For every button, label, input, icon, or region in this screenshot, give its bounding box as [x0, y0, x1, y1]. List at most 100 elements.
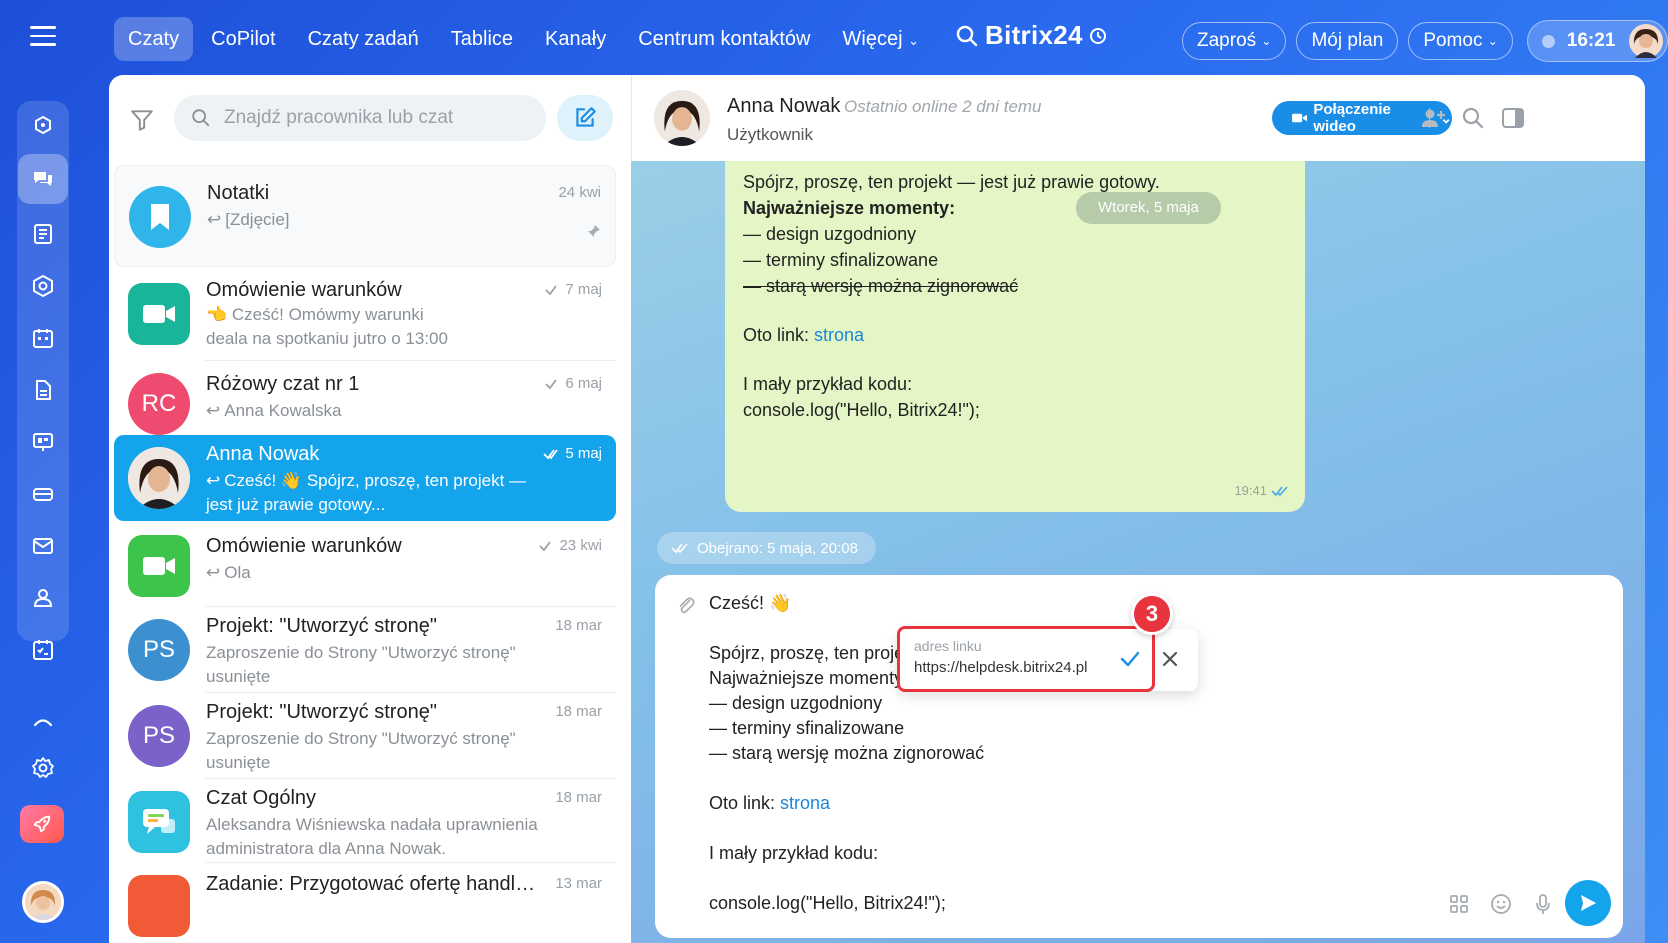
draft-link-line: Oto link: strona	[709, 793, 831, 813]
close-icon[interactable]	[1160, 649, 1180, 669]
link-highlight-frame	[897, 626, 1155, 692]
chat-item[interactable]: Omówienie warunków 7 maj 👈 Cześć! Omówmy…	[114, 267, 616, 361]
sidebar-item-chats[interactable]	[18, 154, 68, 204]
my-plan-button[interactable]: Mój plan	[1296, 22, 1399, 60]
chat-item-notes[interactable]: Notatki 24 kwi ↩ [Zdjęcie]	[114, 165, 616, 267]
filter-icon[interactable]	[129, 107, 155, 133]
avatar	[128, 535, 190, 597]
tab-copilot[interactable]: CoPilot	[197, 17, 289, 61]
double-check-icon	[1271, 486, 1288, 497]
chat-preview: Zaproszenie do Strony "Utworzyć stronę" u…	[206, 729, 516, 772]
reply-icon: ↩	[206, 471, 221, 490]
tab-more[interactable]: Więcej ⌄	[829, 17, 933, 61]
chat-avatar[interactable]	[654, 90, 710, 146]
user-avatar[interactable]	[1629, 24, 1664, 58]
new-chat-button[interactable]	[557, 95, 613, 141]
chat-name[interactable]: Anna Nowak	[727, 95, 840, 118]
sidebar-toggle-icon[interactable]	[1500, 105, 1526, 131]
drive-icon	[33, 488, 53, 501]
sidebar-item-boards[interactable]	[25, 424, 61, 460]
chat-item[interactable]: PS Projekt: "Utworzyć stronę" 18 mar Zap…	[114, 607, 616, 693]
chat-date: 18 mar	[555, 789, 602, 806]
top-right-controls: Zaproś ⌄ Mój plan Pomoc ⌄ 16:21	[1182, 20, 1668, 62]
chat-bubbles-icon	[34, 172, 52, 186]
chat-title: Projekt: "Utworzyć stronę"	[206, 615, 437, 637]
avatar	[128, 875, 190, 937]
menu-icon[interactable]	[30, 26, 56, 48]
chat-title: Różowy czat nr 1	[206, 373, 360, 395]
chat-role: Użytkownik	[727, 125, 813, 144]
microphone-icon[interactable]	[1531, 892, 1555, 916]
search-input[interactable]	[224, 107, 524, 129]
tab-channels[interactable]: Kanały	[531, 17, 620, 61]
chat-preview: 👈 Cześć! Omówmy warunki deala na spotkani…	[206, 305, 448, 348]
pin-icon	[588, 225, 600, 237]
sidebar-item-settings[interactable]	[25, 750, 61, 786]
gear-icon	[32, 757, 54, 778]
apps-grid-icon[interactable]	[1447, 892, 1471, 916]
emoji-icon[interactable]	[1489, 892, 1513, 916]
chat-title: Omówienie warunków	[206, 535, 402, 557]
message-link[interactable]: strona	[814, 325, 864, 345]
calendar-icon	[33, 329, 53, 348]
chat-preview: Aleksandra Wiśniewska nadała uprawnienia…	[206, 815, 538, 858]
document-icon	[36, 380, 51, 400]
chat-title: Zadanie: Przygotować ofertę handlową	[206, 873, 536, 895]
board-icon	[33, 433, 53, 451]
chat-date: 18 mar	[555, 703, 602, 720]
chat-title: Notatki	[207, 182, 270, 204]
worktime-clock[interactable]: 16:21	[1526, 20, 1668, 62]
draft-link[interactable]: strona	[780, 793, 830, 813]
chat-item[interactable]: PS Projekt: "Utworzyć stronę" 18 mar Zap…	[114, 693, 616, 779]
search-icon[interactable]	[1460, 105, 1486, 131]
chat-item[interactable]: Omówienie warunków 23 kwi ↩ Ola	[114, 521, 616, 607]
sidebar-collapse[interactable]	[25, 704, 61, 740]
edit-icon	[576, 107, 596, 127]
avatar: PS	[128, 705, 190, 767]
sidebar-item-feed[interactable]	[25, 216, 61, 252]
chat-item[interactable]: Zadanie: Przygotować ofertę handlową 13 …	[114, 863, 616, 943]
chat-item[interactable]: Czat Ogólny 18 mar Aleksandra Wiśniewska…	[114, 779, 616, 863]
sidebar-item-mail[interactable]	[25, 528, 61, 564]
mail-icon	[33, 538, 53, 554]
sidebar-item-employees[interactable]	[25, 580, 61, 616]
chat-list-toolbar	[109, 75, 631, 165]
search-box	[174, 95, 546, 141]
profile-avatar[interactable]	[22, 881, 64, 923]
tab-chats[interactable]: Czaty	[114, 17, 194, 61]
chevron-up-icon	[33, 719, 53, 727]
tab-boards[interactable]: Tablice	[437, 17, 527, 61]
reply-icon: ↩	[207, 210, 222, 229]
video-camera-icon	[1292, 113, 1308, 123]
chat-date: 5 maj	[543, 445, 602, 462]
add-user-icon[interactable]	[1420, 105, 1446, 131]
hexagon-icon	[33, 274, 53, 298]
chevron-down-icon: ⌄	[908, 33, 919, 48]
sidebar-item-crm[interactable]	[25, 268, 61, 304]
rocket-icon[interactable]	[20, 805, 64, 843]
bookmark-icon	[151, 204, 169, 230]
chat-status: Ostatnio online 2 dni temu	[844, 97, 1042, 116]
invite-button[interactable]: Zaproś ⌄	[1182, 22, 1287, 60]
send-button[interactable]	[1565, 880, 1611, 926]
sidebar-item-calendar[interactable]	[25, 320, 61, 356]
video-camera-icon	[143, 557, 175, 575]
tab-task-chats[interactable]: Czaty zadań	[294, 17, 433, 61]
tab-contact-center[interactable]: Centrum kontaktów	[624, 17, 824, 61]
sidebar-item-drive[interactable]	[25, 476, 61, 512]
chat-item-selected[interactable]: Anna Nowak 5 maj ↩ Cześć! 👋 Spójrz, prosz…	[114, 435, 616, 521]
launch-icon	[33, 815, 51, 833]
sidebar-item-documents[interactable]	[25, 372, 61, 408]
chat-preview: ↩ Ola	[206, 561, 596, 585]
news-feed-icon	[34, 224, 52, 244]
paperclip-icon[interactable]	[675, 595, 697, 617]
chat-date: 23 kwi	[537, 537, 602, 554]
help-button[interactable]: Pomoc ⌄	[1408, 22, 1513, 60]
reply-icon: ↩	[206, 401, 221, 420]
step-badge: 3	[1131, 593, 1173, 635]
sidebar-item-copilot[interactable]	[25, 108, 61, 144]
chat-list-panel: Notatki 24 kwi ↩[Zdjęcie] Omówienie waru…	[109, 75, 631, 943]
brand-name: Bitrix24	[985, 20, 1083, 50]
sidebar-item-tasks[interactable]	[25, 632, 61, 668]
search-icon[interactable]	[955, 24, 979, 48]
